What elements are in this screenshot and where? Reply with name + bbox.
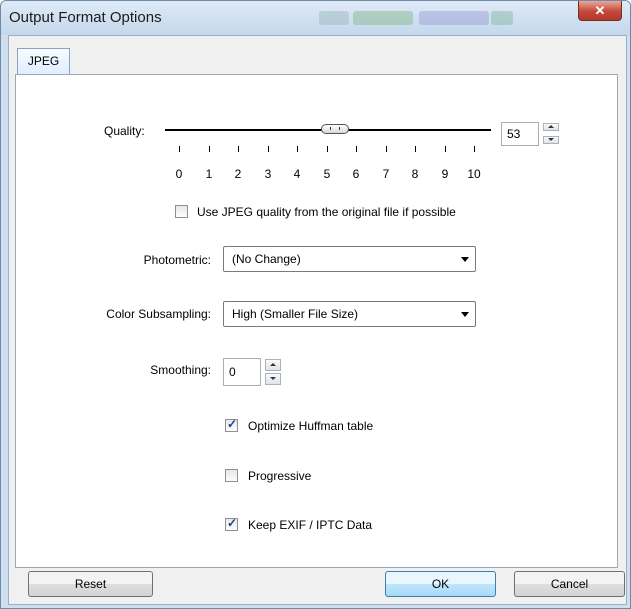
color-subsampling-label: Color Subsampling: xyxy=(106,307,211,321)
cancel-button[interactable]: Cancel xyxy=(514,571,625,597)
smoothing-increment-button[interactable] xyxy=(265,359,281,371)
quality-decrement-button[interactable] xyxy=(543,136,559,144)
photometric-select[interactable]: (No Change) xyxy=(223,246,476,272)
slider-tick-label: 10 xyxy=(467,167,481,181)
tab-jpeg[interactable]: JPEG xyxy=(17,48,70,74)
color-subsampling-selected-value: High (Smaller File Size) xyxy=(232,307,359,321)
slider-tick xyxy=(327,146,328,152)
optimize-huffman-checkbox[interactable] xyxy=(225,417,238,432)
arrow-up-icon xyxy=(270,363,276,366)
slider-tick-label: 0 xyxy=(175,167,183,181)
arrow-up-icon xyxy=(548,125,554,128)
titlebar-blur-decoration xyxy=(353,11,413,25)
smoothing-label: Smoothing: xyxy=(150,363,211,377)
slider-tick-label: 2 xyxy=(234,167,242,181)
close-icon: ✕ xyxy=(594,3,606,18)
photometric-selected-value: (No Change) xyxy=(232,252,301,266)
slider-tick-label: 3 xyxy=(264,167,272,181)
reset-button[interactable]: Reset xyxy=(28,571,153,597)
use-original-quality-label: Use JPEG quality from the original file … xyxy=(197,205,456,219)
quality-increment-button[interactable] xyxy=(543,123,559,131)
optimize-huffman-label: Optimize Huffman table xyxy=(248,419,374,433)
slider-tick-label: 6 xyxy=(352,167,360,181)
slider-tick-label: 9 xyxy=(441,167,449,181)
slider-tick xyxy=(297,146,298,152)
keep-exif-checkbox[interactable] xyxy=(225,516,238,531)
slider-tick xyxy=(415,146,416,152)
progressive-label: Progressive xyxy=(248,469,312,483)
slider-tick xyxy=(209,146,210,152)
slider-tick xyxy=(179,146,180,152)
slider-tick-label: 7 xyxy=(382,167,390,181)
dialog-window: Output Format Options ✕ JPEG Quality: 0 1… xyxy=(0,0,631,609)
slider-tick-label: 4 xyxy=(293,167,301,181)
slider-tick xyxy=(238,146,239,152)
slider-tick xyxy=(386,146,387,152)
slider-tick-label: 1 xyxy=(205,167,213,181)
slider-tick xyxy=(268,146,269,152)
slider-tick-label: 5 xyxy=(323,167,331,181)
arrow-down-icon xyxy=(548,138,554,141)
quality-label: Quality: xyxy=(104,124,145,138)
keep-exif-label: Keep EXIF / IPTC Data xyxy=(248,518,373,532)
slider-tick xyxy=(474,146,475,152)
slider-tick-label: 8 xyxy=(411,167,419,181)
progressive-checkbox[interactable] xyxy=(225,469,238,482)
photometric-label: Photometric: xyxy=(143,253,211,267)
quality-value-input[interactable]: 53 xyxy=(501,122,539,146)
color-subsampling-select[interactable]: High (Smaller File Size) xyxy=(223,301,476,327)
smoothing-decrement-button[interactable] xyxy=(265,373,281,385)
use-original-quality-checkbox[interactable] xyxy=(175,205,188,218)
quality-slider-thumb[interactable] xyxy=(321,124,349,134)
titlebar-blur-decoration xyxy=(491,11,513,25)
title-bar[interactable]: Output Format Options ✕ xyxy=(1,1,630,35)
titlebar-blur-decoration xyxy=(319,11,349,25)
chevron-down-icon xyxy=(461,257,469,262)
arrow-down-icon xyxy=(270,377,276,380)
chevron-down-icon xyxy=(461,312,469,317)
close-button[interactable]: ✕ xyxy=(578,1,622,21)
titlebar-blur-decoration xyxy=(419,11,489,25)
window-title: Output Format Options xyxy=(9,9,162,26)
slider-tick xyxy=(445,146,446,152)
slider-tick xyxy=(356,146,357,152)
ok-button[interactable]: OK xyxy=(385,571,496,597)
smoothing-value-input[interactable]: 0 xyxy=(223,358,261,386)
